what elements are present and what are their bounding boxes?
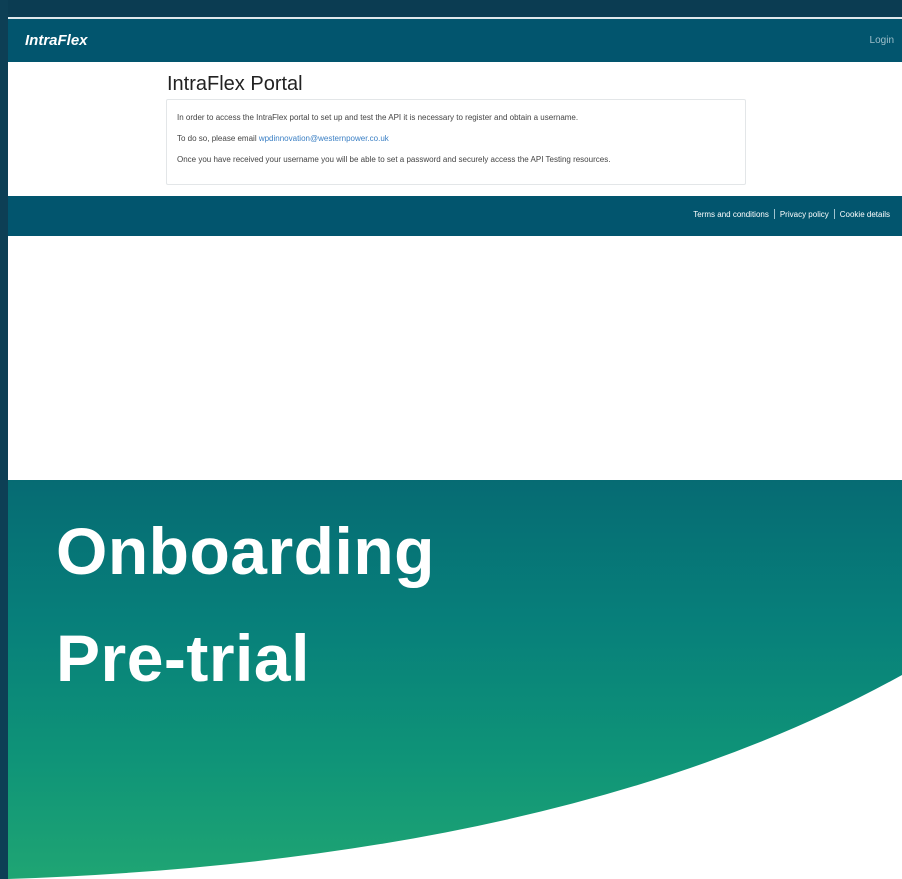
navbar: IntraFlex Login — [8, 19, 902, 62]
page-title: IntraFlex Portal — [167, 73, 303, 95]
login-link[interactable]: Login — [870, 35, 894, 46]
footer-separator — [773, 209, 775, 219]
footer: Terms and conditions Privacy policy Cook… — [8, 196, 902, 236]
blank-area — [8, 236, 902, 480]
privacy-link[interactable]: Privacy policy — [780, 210, 829, 219]
top-strip — [8, 0, 902, 18]
email-paragraph: To do so, please email wpdinnovation@wes… — [177, 134, 389, 143]
main-content: IntraFlex Portal In order to access the … — [8, 62, 902, 197]
banner-heading-onboarding: Onboarding — [56, 514, 435, 588]
banner-heading-pretrial: Pre-trial — [56, 621, 310, 695]
intro-paragraph: In order to access the IntraFlex portal … — [177, 113, 579, 122]
email-prefix-text: To do so, please email — [177, 134, 259, 143]
password-paragraph: Once you have received your username you… — [177, 155, 611, 164]
email-link[interactable]: wpdinnovation@westernpower.co.uk — [259, 134, 389, 143]
left-frame — [0, 0, 8, 879]
brand-logo[interactable]: IntraFlex — [25, 32, 88, 49]
info-card: In order to access the IntraFlex portal … — [166, 99, 746, 185]
terms-link[interactable]: Terms and conditions — [693, 210, 769, 219]
footer-links: Terms and conditions Privacy policy Cook… — [693, 209, 890, 219]
title-banner: Onboarding Pre-trial — [8, 480, 902, 879]
footer-separator — [833, 209, 835, 219]
cookie-link[interactable]: Cookie details — [840, 210, 890, 219]
